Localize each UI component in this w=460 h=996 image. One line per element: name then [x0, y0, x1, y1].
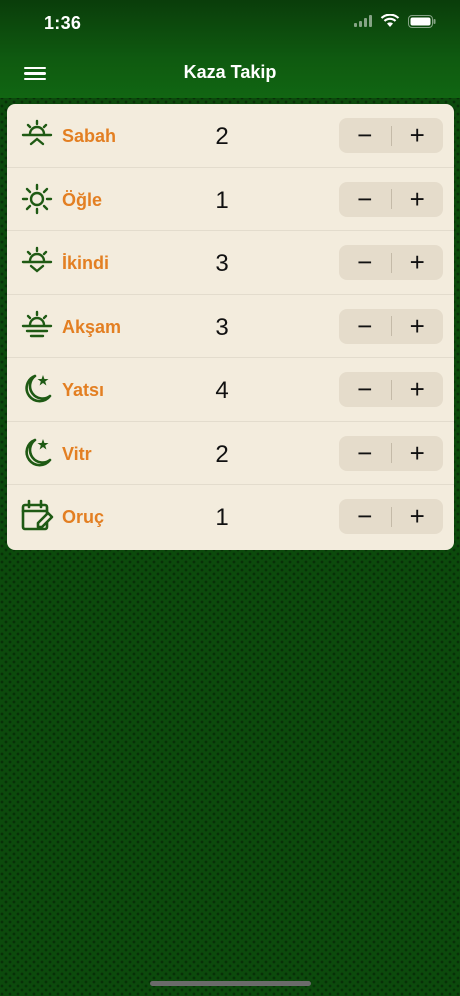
- list-item-sabah: Sabah 2 − +: [7, 104, 454, 168]
- item-label: Öğle: [62, 189, 103, 210]
- list-item-vitr: Vitr 2 − +: [7, 422, 454, 485]
- item-label: Vitr: [62, 443, 92, 464]
- count-stepper: − +: [339, 435, 444, 471]
- list-item-ogle: Öğle 1 − +: [7, 168, 454, 231]
- item-count: 2: [215, 123, 229, 150]
- sunrise-icon: [21, 119, 53, 146]
- status-time: 1:36: [44, 13, 82, 33]
- item-count: 3: [215, 313, 229, 341]
- increment-button[interactable]: +: [392, 499, 444, 534]
- wifi-icon: [380, 14, 400, 27]
- battery-icon: [408, 14, 436, 28]
- count-stepper: − +: [339, 308, 444, 344]
- prayer-list: Sabah 2 − + Öğle 1 − + İkindi 3 − + Akşa…: [7, 104, 454, 550]
- status-bar: 1:36: [0, 0, 460, 48]
- list-item-oruc: Oruç 1 − +: [7, 485, 454, 549]
- decrement-button[interactable]: −: [339, 182, 391, 217]
- increment-button[interactable]: +: [392, 309, 444, 344]
- item-label: Yatsı: [62, 380, 105, 400]
- count-stepper: − +: [339, 118, 443, 153]
- moon-star-icon: [25, 438, 52, 466]
- item-label: İkindi: [62, 253, 110, 273]
- horizon-icon: [21, 310, 53, 337]
- item-label: Akşam: [62, 316, 122, 337]
- increment-button[interactable]: +: [392, 182, 444, 217]
- item-label: Sabah: [62, 126, 117, 146]
- increment-button[interactable]: +: [392, 118, 444, 153]
- calendar-edit-icon: [21, 499, 54, 531]
- item-count: 2: [215, 440, 229, 468]
- item-label: Oruç: [62, 507, 105, 527]
- list-item-aksam: Akşam 3 − +: [7, 295, 454, 358]
- count-stepper: − +: [339, 245, 443, 280]
- increment-button[interactable]: +: [392, 245, 444, 280]
- increment-button[interactable]: +: [392, 436, 444, 471]
- page-title: Kaza Takip: [183, 62, 277, 82]
- decrement-button[interactable]: −: [339, 372, 391, 407]
- navigation-bar: 1:36 Kaza Takip: [0, 0, 460, 98]
- list-item-yatsi: Yatsı 4 − +: [7, 358, 454, 422]
- sunset-icon: [21, 246, 53, 273]
- item-count: 4: [215, 377, 229, 404]
- decrement-button[interactable]: −: [339, 499, 391, 534]
- count-stepper: − +: [339, 181, 444, 217]
- count-stepper: − +: [339, 372, 443, 407]
- item-count: 1: [215, 504, 229, 531]
- count-stepper: − +: [339, 499, 443, 534]
- sun-icon: [21, 183, 53, 214]
- decrement-button[interactable]: −: [339, 436, 391, 471]
- increment-button[interactable]: +: [392, 372, 444, 407]
- item-count: 1: [215, 186, 229, 214]
- list-item-ikindi: İkindi 3 − +: [7, 231, 454, 295]
- status-icons: [354, 14, 436, 28]
- decrement-button[interactable]: −: [339, 118, 391, 153]
- item-count: 3: [215, 250, 229, 277]
- decrement-button[interactable]: −: [339, 245, 391, 280]
- moon-star-icon: [25, 374, 52, 403]
- decrement-button[interactable]: −: [339, 309, 391, 344]
- signal-icon: [354, 15, 372, 27]
- home-indicator[interactable]: [150, 981, 311, 986]
